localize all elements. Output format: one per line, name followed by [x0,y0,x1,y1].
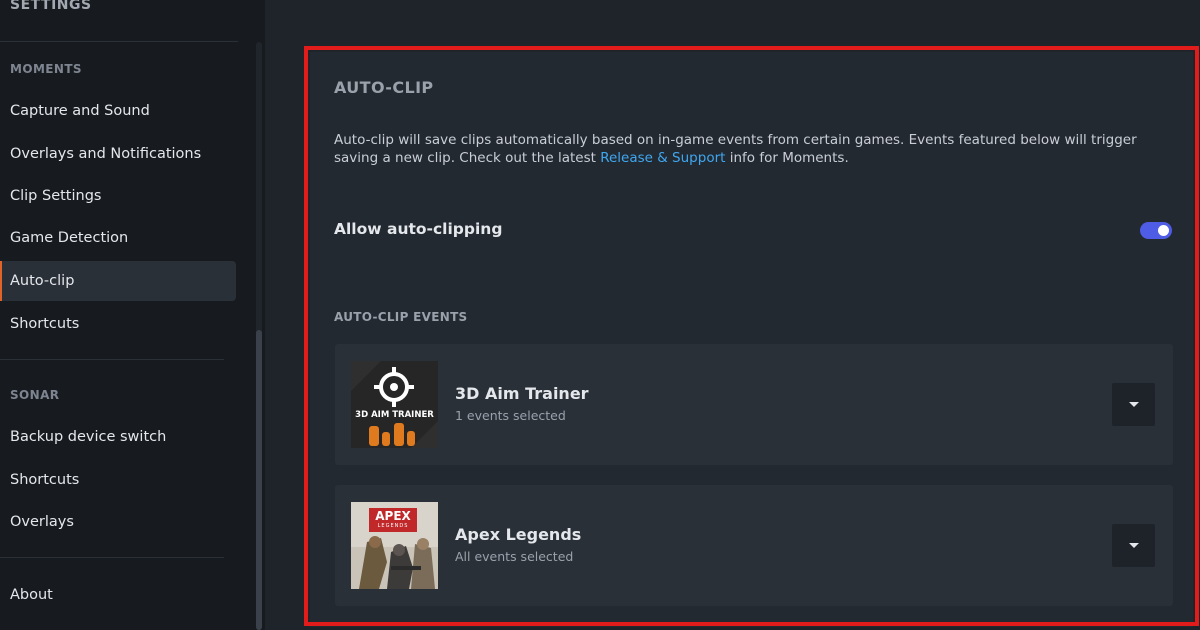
divider [0,359,224,360]
sidebar-item-moments-shortcuts[interactable]: Shortcuts [0,304,236,344]
page-title: AUTO-CLIP [334,78,434,97]
chevron-down-icon [1128,402,1139,407]
game-events-status: All events selected [455,549,574,564]
toggle-knob [1158,225,1169,236]
sidebar-item-auto-clip[interactable]: Auto-clip [0,261,236,301]
game-thumbnail-apex-legends: APEX LEGENDS [351,502,438,589]
sidebar-item-game-detection[interactable]: Game Detection [0,218,236,258]
game-name: 3D Aim Trainer [455,384,589,403]
game-card-3d-aim-trainer[interactable]: 3D AIM TRAINER 3D Aim Trainer 1 events s… [335,344,1173,465]
allow-auto-clipping-toggle[interactable] [1140,222,1172,239]
sidebar-item-backup-device-switch[interactable]: Backup device switch [0,417,236,457]
thumbnail-logo-text: APEX [375,509,411,523]
sidebar-item-overlays-and-notifications[interactable]: Overlays and Notifications [0,134,236,174]
expand-events-button[interactable] [1112,524,1155,567]
thumbnail-text: 3D AIM TRAINER [355,410,434,420]
game-events-status: 1 events selected [455,408,566,423]
divider [0,41,238,42]
chevron-down-icon [1128,543,1139,548]
expand-events-button[interactable] [1112,383,1155,426]
auto-clip-description: Auto-clip will save clips automatically … [334,131,1174,167]
game-name: Apex Legends [455,525,582,544]
settings-sidebar: SETTINGS MOMENTS Capture and Sound Overl… [0,0,265,630]
sidebar-item-overlays[interactable]: Overlays [0,502,236,542]
game-card-apex-legends[interactable]: APEX LEGENDS Apex Legends All events sel… [335,485,1173,606]
auto-clip-events-heading: AUTO-CLIP EVENTS [334,310,468,324]
sidebar-item-clip-settings[interactable]: Clip Settings [0,176,236,216]
allow-auto-clipping-label: Allow auto-clipping [334,220,503,238]
divider [0,557,224,558]
sidebar-scrollbar-thumb[interactable] [256,330,262,630]
game-thumbnail-3d-aim-trainer: 3D AIM TRAINER [351,361,438,448]
section-label-sonar: SONAR [10,388,60,402]
sidebar-item-about[interactable]: About [0,575,236,615]
sidebar-item-capture-and-sound[interactable]: Capture and Sound [0,91,236,131]
sidebar-title: SETTINGS [10,0,92,13]
release-support-link[interactable]: Release & Support [600,150,725,166]
crosshair-icon [351,361,438,448]
description-text-end: info for Moments. [725,150,849,166]
thumbnail-logo-subtext: LEGENDS [377,523,409,529]
section-label-moments: MOMENTS [10,62,82,76]
sidebar-item-sonar-shortcuts[interactable]: Shortcuts [0,460,236,500]
